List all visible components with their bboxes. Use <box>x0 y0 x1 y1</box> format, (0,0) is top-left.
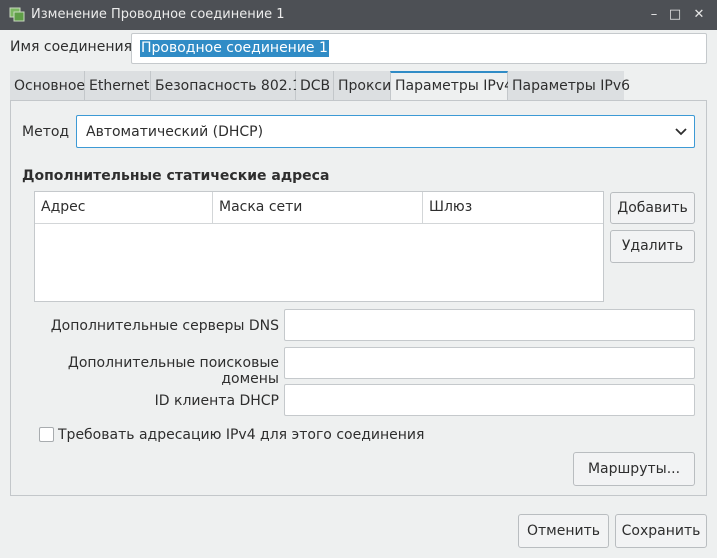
add-address-button[interactable]: Добавить <box>610 192 695 224</box>
require-ipv4-checkbox[interactable] <box>39 427 54 442</box>
require-ipv4-label[interactable]: Требовать адресацию IPv4 для этого соеди… <box>58 427 424 443</box>
routes-button-label: Маршруты... <box>587 461 681 477</box>
tab-proxy[interactable]: Прокси <box>334 71 392 101</box>
tab-ipv6-settings[interactable]: Параметры IPv6 <box>508 71 630 101</box>
cancel-button[interactable]: Отменить <box>518 514 609 548</box>
close-button[interactable]: ✕ <box>690 6 708 24</box>
title-bar: Изменение Проводное соединение 1 – □ ✕ <box>0 0 717 30</box>
tab-label: DCB <box>300 78 331 94</box>
tab-label: Параметры IPv6 <box>512 78 631 94</box>
connection-name-label: Имя соединения <box>10 39 133 55</box>
save-button-label: Сохранить <box>621 523 701 539</box>
add-button-label: Добавить <box>617 200 688 216</box>
tab-label: Основное <box>14 78 86 94</box>
connection-name-value: Проводное соединение 1 <box>140 40 329 57</box>
dhcp-client-id-label: ID клиента DHCP <box>154 393 279 409</box>
delete-address-button[interactable]: Удалить <box>610 230 695 263</box>
tab-ipv4-settings[interactable]: Параметры IPv4 <box>390 71 513 101</box>
tab-ethernet[interactable]: Ethernet <box>85 71 151 101</box>
column-header-netmask[interactable]: Маска сети <box>213 192 423 223</box>
window-title: Изменение Проводное соединение 1 <box>31 7 285 22</box>
network-app-icon <box>9 7 25 22</box>
static-addresses-title: Дополнительные статические адреса <box>22 168 330 184</box>
chevron-down-icon <box>675 128 687 136</box>
tab-label: Безопасность 802.1x <box>155 78 310 94</box>
save-button[interactable]: Сохранить <box>615 514 707 548</box>
minimize-button[interactable]: – <box>645 6 663 24</box>
maximize-button[interactable]: □ <box>666 6 684 24</box>
method-label: Метод <box>22 124 70 140</box>
routes-button[interactable]: Маршруты... <box>573 452 695 486</box>
tab-label: Прокси <box>338 78 392 94</box>
method-value: Автоматический (DHCP) <box>86 124 264 140</box>
tab-security-8021x[interactable]: Безопасность 802.1x <box>151 71 309 101</box>
connection-name-input[interactable]: Проводное соединение 1 <box>131 33 707 64</box>
tab-general[interactable]: Основное <box>10 71 85 101</box>
table-header: Адрес Маска сети Шлюз <box>35 192 603 224</box>
cancel-button-label: Отменить <box>526 523 600 539</box>
column-header-gateway[interactable]: Шлюз <box>423 192 603 223</box>
method-dropdown[interactable]: Автоматический (DHCP) <box>76 115 695 148</box>
tab-label: Ethernet <box>89 78 150 94</box>
dns-servers-input[interactable] <box>284 309 695 341</box>
dhcp-client-id-input[interactable] <box>284 384 695 416</box>
dns-servers-label: Дополнительные серверы DNS <box>50 318 279 334</box>
tab-dcb[interactable]: DCB <box>296 71 334 101</box>
delete-button-label: Удалить <box>621 238 684 254</box>
search-domains-input[interactable] <box>284 347 695 379</box>
static-addresses-table[interactable]: Адрес Маска сети Шлюз <box>34 191 604 302</box>
tab-label: Параметры IPv4 <box>395 78 514 94</box>
column-header-address[interactable]: Адрес <box>35 192 213 223</box>
search-domains-label: Дополнительные поисковые домены <box>67 355 279 387</box>
